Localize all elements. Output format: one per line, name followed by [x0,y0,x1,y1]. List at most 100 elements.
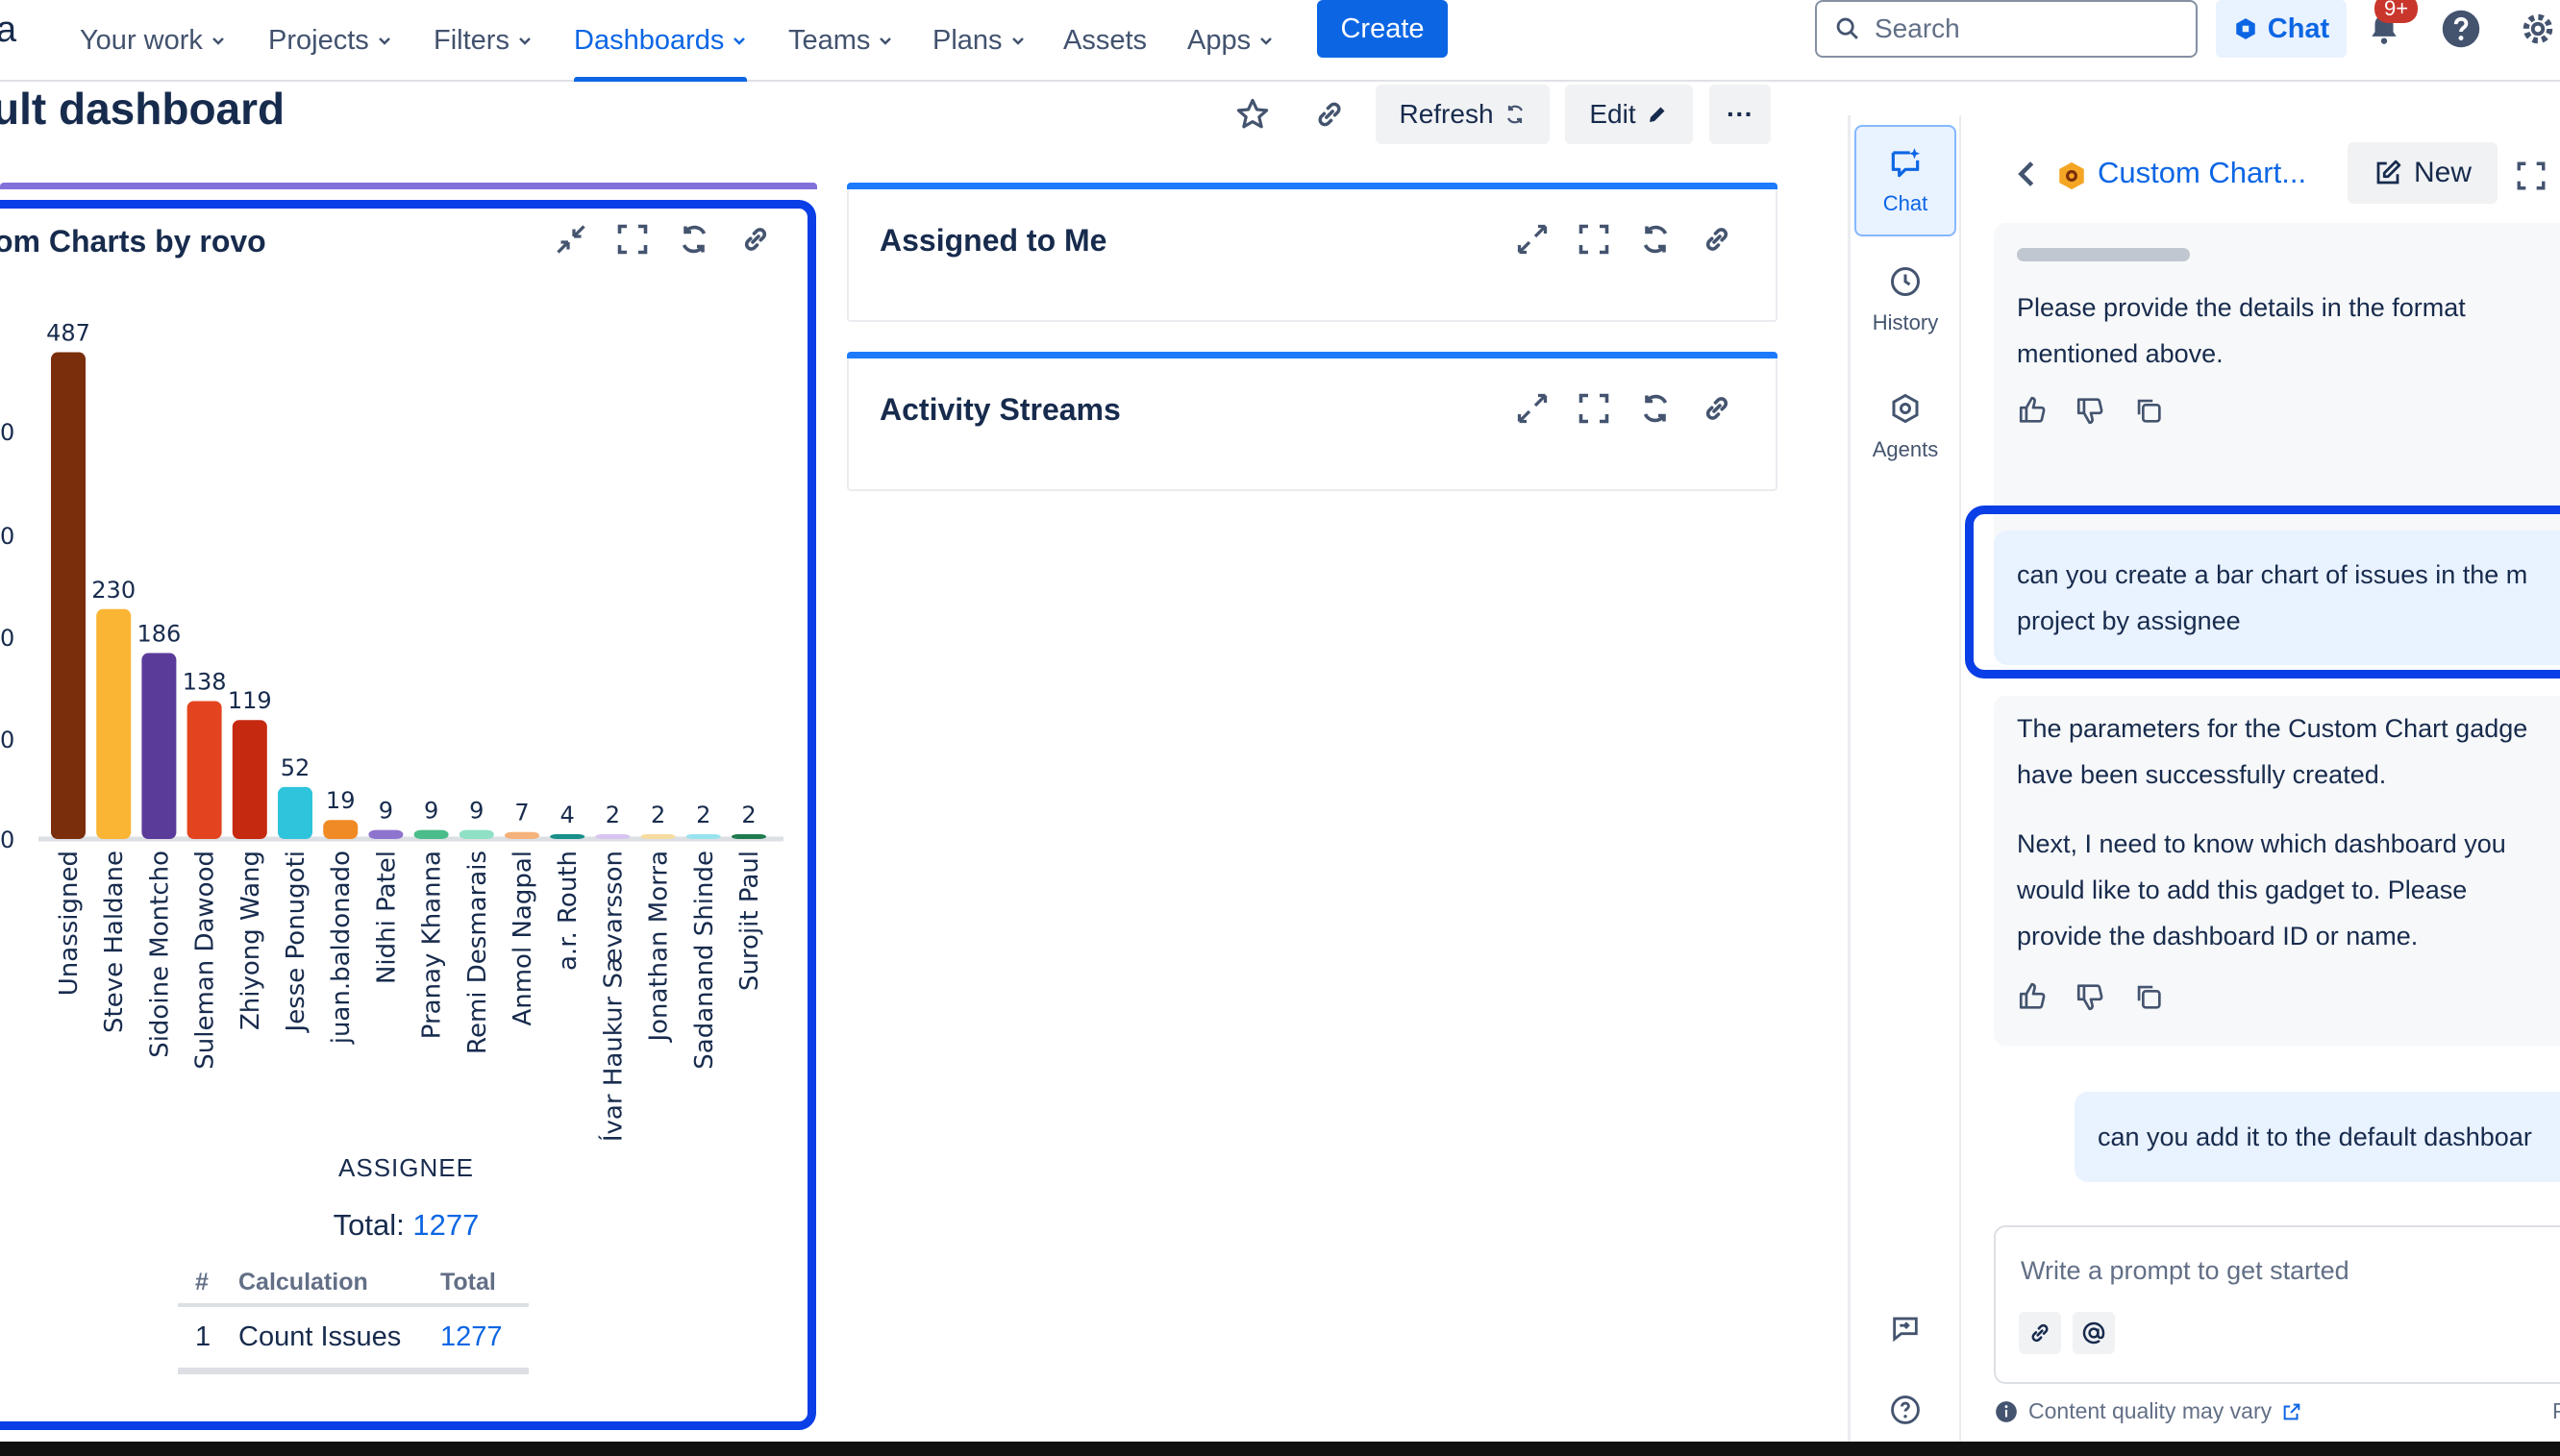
expand-icon[interactable] [1512,219,1553,259]
help-circle-icon[interactable] [1889,1394,1922,1431]
nav-assets[interactable]: Assets [1063,0,1147,82]
edit-label: Edit [1589,99,1636,129]
chevron-down-icon [519,37,531,45]
expand-icon[interactable] [1512,388,1553,429]
chevron-down-icon [880,37,892,45]
prompt-input[interactable]: Write a prompt to get started [1994,1225,2560,1384]
nav-projects-label: Projects [268,25,369,56]
prompt-placeholder: Write a prompt to get started [2021,1256,2349,1285]
assigned-gadget-actions [1512,219,1737,259]
nav-filters[interactable]: Filters [434,0,533,82]
gadget-color-bar [0,183,817,189]
bot-message-line-1: The parameters for the Custom Chart gadg… [2017,714,2528,743]
chevron-down-icon [378,37,390,45]
attach-link-icon[interactable] [2019,1312,2061,1354]
info-icon [1996,1400,2017,1422]
rovo-chat-button[interactable]: Chat [2216,0,2347,58]
chevron-down-icon [1260,37,1272,45]
side-nav-agents[interactable]: Agents [1854,391,1956,462]
notification-count-badge: 9+ [2374,0,2419,23]
more-actions-button[interactable]: ··· [1709,85,1771,144]
rovo-icon [2236,18,2255,39]
refresh-label: Refresh [1399,99,1494,129]
nav-your-work[interactable]: Your work [80,0,226,82]
edit-button[interactable]: Edit [1565,85,1693,144]
fullscreen-icon[interactable] [1574,388,1614,429]
mention-icon[interactable] [2073,1312,2115,1354]
nav-teams[interactable]: Teams [788,0,893,82]
chevron-down-icon [212,37,224,45]
star-icon[interactable] [1230,85,1275,144]
thumbs-up-icon[interactable] [2017,980,2050,1013]
thumbs-down-icon[interactable] [2075,980,2107,1013]
top-navigation: a Your work Projects Filters Dashboards … [0,0,2560,82]
pencil-icon [1649,107,1665,122]
custom-chart-app-icon [2055,160,2088,197]
refresh-button[interactable]: Refresh [1376,85,1550,144]
user-message-text: can you add it to the default dashboar [2098,1123,2532,1151]
side-nav-chat[interactable]: Chat [1854,125,1956,236]
nav-teams-label: Teams [788,25,871,56]
nav-projects[interactable]: Projects [268,0,392,82]
back-chevron-icon[interactable] [2015,160,2038,193]
content-quality-note[interactable]: Content quality may vary [1994,1398,2302,1424]
refresh-icon[interactable] [1635,388,1676,429]
copy-icon[interactable] [2132,394,2165,427]
side-nav-history-label: History [1872,310,1939,334]
copy-icon[interactable] [2132,980,2165,1013]
help-icon[interactable] [2440,8,2482,50]
nav-your-work-label: Your work [80,25,203,56]
nav-apps-label: Apps [1187,25,1252,56]
prompt-tools [2019,1312,2115,1354]
chat-pill-label: Chat [2267,12,2330,44]
nav-plans[interactable]: Plans [932,0,1026,82]
user-message: can you add it to the default dashboar [2075,1092,2560,1182]
new-chat-button[interactable]: New [2348,142,2498,204]
chevron-down-icon [1011,37,1024,45]
nav-dashboards-label: Dashboards [574,25,725,56]
nav-assets-label: Assets [1063,25,1148,56]
copy-link-icon[interactable] [1307,85,1352,144]
create-button[interactable]: Create [1317,0,1448,58]
refresh-icon [1506,105,1523,124]
thumbs-up-icon[interactable] [2017,394,2050,427]
external-link-icon [2283,1403,2300,1419]
refresh-icon[interactable] [1635,219,1676,259]
assigned-to-me-gadget: Assigned to Me [847,183,1777,322]
chat-conversation-title[interactable]: Custom Chart... [2098,156,2306,190]
thumbs-down-icon[interactable] [2075,394,2107,427]
bot-message: The parameters for the Custom Chart gadg… [1994,696,2560,1046]
bot-message-text: Please provide the details in the format… [2017,293,2466,368]
expand-panel-icon[interactable] [2515,160,2548,197]
search-icon [1836,17,1858,39]
clock-icon [1891,267,1920,296]
side-nav-agents-label: Agents [1872,437,1939,461]
feedback-actions [2017,980,2165,1013]
agents-icon [1892,393,1919,424]
feedback-icon[interactable] [1889,1312,1922,1349]
chat-header: Custom Chart... New [1963,142,2560,210]
scrollbar-thumb[interactable] [2017,248,2190,261]
chat-sparkle-icon [1891,148,1921,178]
nav-dashboards[interactable]: Dashboards [574,0,748,82]
nav-apps[interactable]: Apps [1187,0,1274,82]
bot-message-paragraph: Next, I need to know which dashboard you… [2017,829,2506,950]
link-icon[interactable] [1697,219,1737,259]
bot-message-line-2: have been successfully created. [2017,760,2387,789]
app-logo[interactable]: a [0,10,16,51]
rovo-side-nav: Chat History Agents [1851,115,1961,1456]
highlight-frame [0,200,816,1430]
activity-streams-gadget: Activity Streams [847,352,1777,491]
activity-gadget-title: Activity Streams [880,392,1121,427]
fullscreen-icon[interactable] [1574,219,1614,259]
highlight-frame [1965,506,2560,679]
screen-bottom-edge [0,1442,2560,1456]
link-icon[interactable] [1697,388,1737,429]
side-nav-chat-label: Chat [1882,191,1928,215]
footer-fragment: P [2552,1398,2560,1423]
dashboard-title: ult dashboard [0,84,286,134]
settings-gear-icon[interactable] [2517,8,2559,50]
assigned-gadget-title: Assigned to Me [880,223,1107,258]
search-input[interactable]: Search [1815,0,2198,58]
side-nav-history[interactable]: History [1854,264,1956,335]
